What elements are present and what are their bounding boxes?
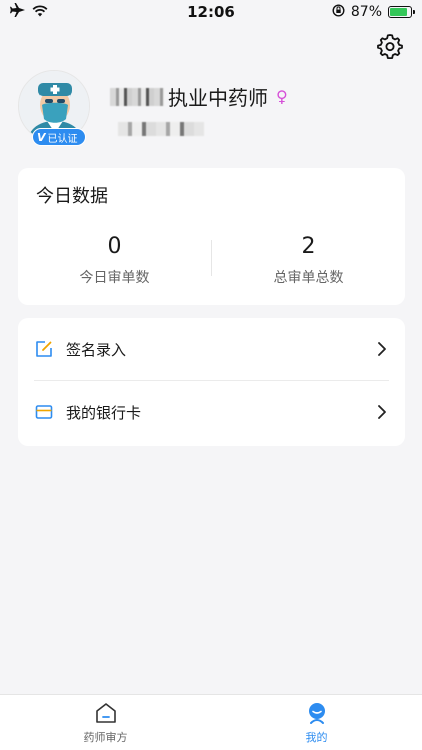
verified-badge: V 已认证	[32, 128, 86, 146]
chevron-right-icon	[377, 341, 389, 357]
stats-card: 今日数据 0 今日审单数 2 总审单总数	[18, 168, 405, 305]
wifi-icon	[32, 3, 48, 21]
stat-value: 2	[301, 234, 316, 259]
status-right: 87%	[332, 3, 415, 21]
profile-title: 执业中药师	[168, 86, 268, 110]
battery-percent: 87%	[350, 4, 382, 20]
airplane-icon	[10, 3, 26, 21]
stat-label: 今日审单数	[79, 270, 150, 286]
verified-label: 已认证	[47, 133, 78, 145]
tab-pharmacist-review[interactable]: 药师审方	[0, 695, 211, 750]
menu-item-signature[interactable]: 签名录入	[18, 318, 405, 380]
menu-item-label: 我的银行卡	[66, 403, 142, 422]
menu-card: 签名录入 我的银行卡	[18, 318, 405, 446]
orientation-lock-icon	[332, 3, 345, 21]
phone-redacted	[118, 122, 204, 136]
home-icon	[93, 700, 119, 726]
menu-item-label: 签名录入	[66, 340, 127, 359]
profile-header: V 已认证 执业中药师 ♀	[18, 70, 408, 150]
stat-value: 0	[107, 234, 122, 259]
settings-button[interactable]	[376, 34, 404, 62]
tab-label: 我的	[305, 731, 328, 744]
edit-icon	[34, 339, 54, 359]
chevron-right-icon	[377, 404, 389, 420]
profile-icon	[304, 700, 330, 726]
stat-today-reviews[interactable]: 0 今日审单数	[18, 234, 211, 287]
name-row: 执业中药师 ♀	[110, 82, 288, 111]
stat-total-reviews[interactable]: 2 总审单总数	[212, 234, 405, 287]
status-left	[10, 3, 48, 21]
female-gender-icon: ♀	[276, 87, 288, 106]
tab-label: 药师审方	[83, 731, 128, 744]
verified-mark-icon: V	[37, 130, 46, 144]
gear-icon	[377, 33, 403, 63]
tab-mine[interactable]: 我的	[211, 695, 422, 750]
stats-title: 今日数据	[36, 186, 108, 207]
stat-label: 总审单总数	[273, 270, 344, 286]
bank-card-icon	[34, 402, 54, 422]
menu-item-bank-card[interactable]: 我的银行卡	[18, 381, 405, 443]
name-redacted	[110, 87, 164, 106]
battery-fill	[390, 8, 408, 16]
tab-bar: 药师审方 我的	[0, 694, 422, 750]
battery-icon	[388, 6, 415, 18]
status-bar: 12:06 87%	[0, 0, 422, 24]
